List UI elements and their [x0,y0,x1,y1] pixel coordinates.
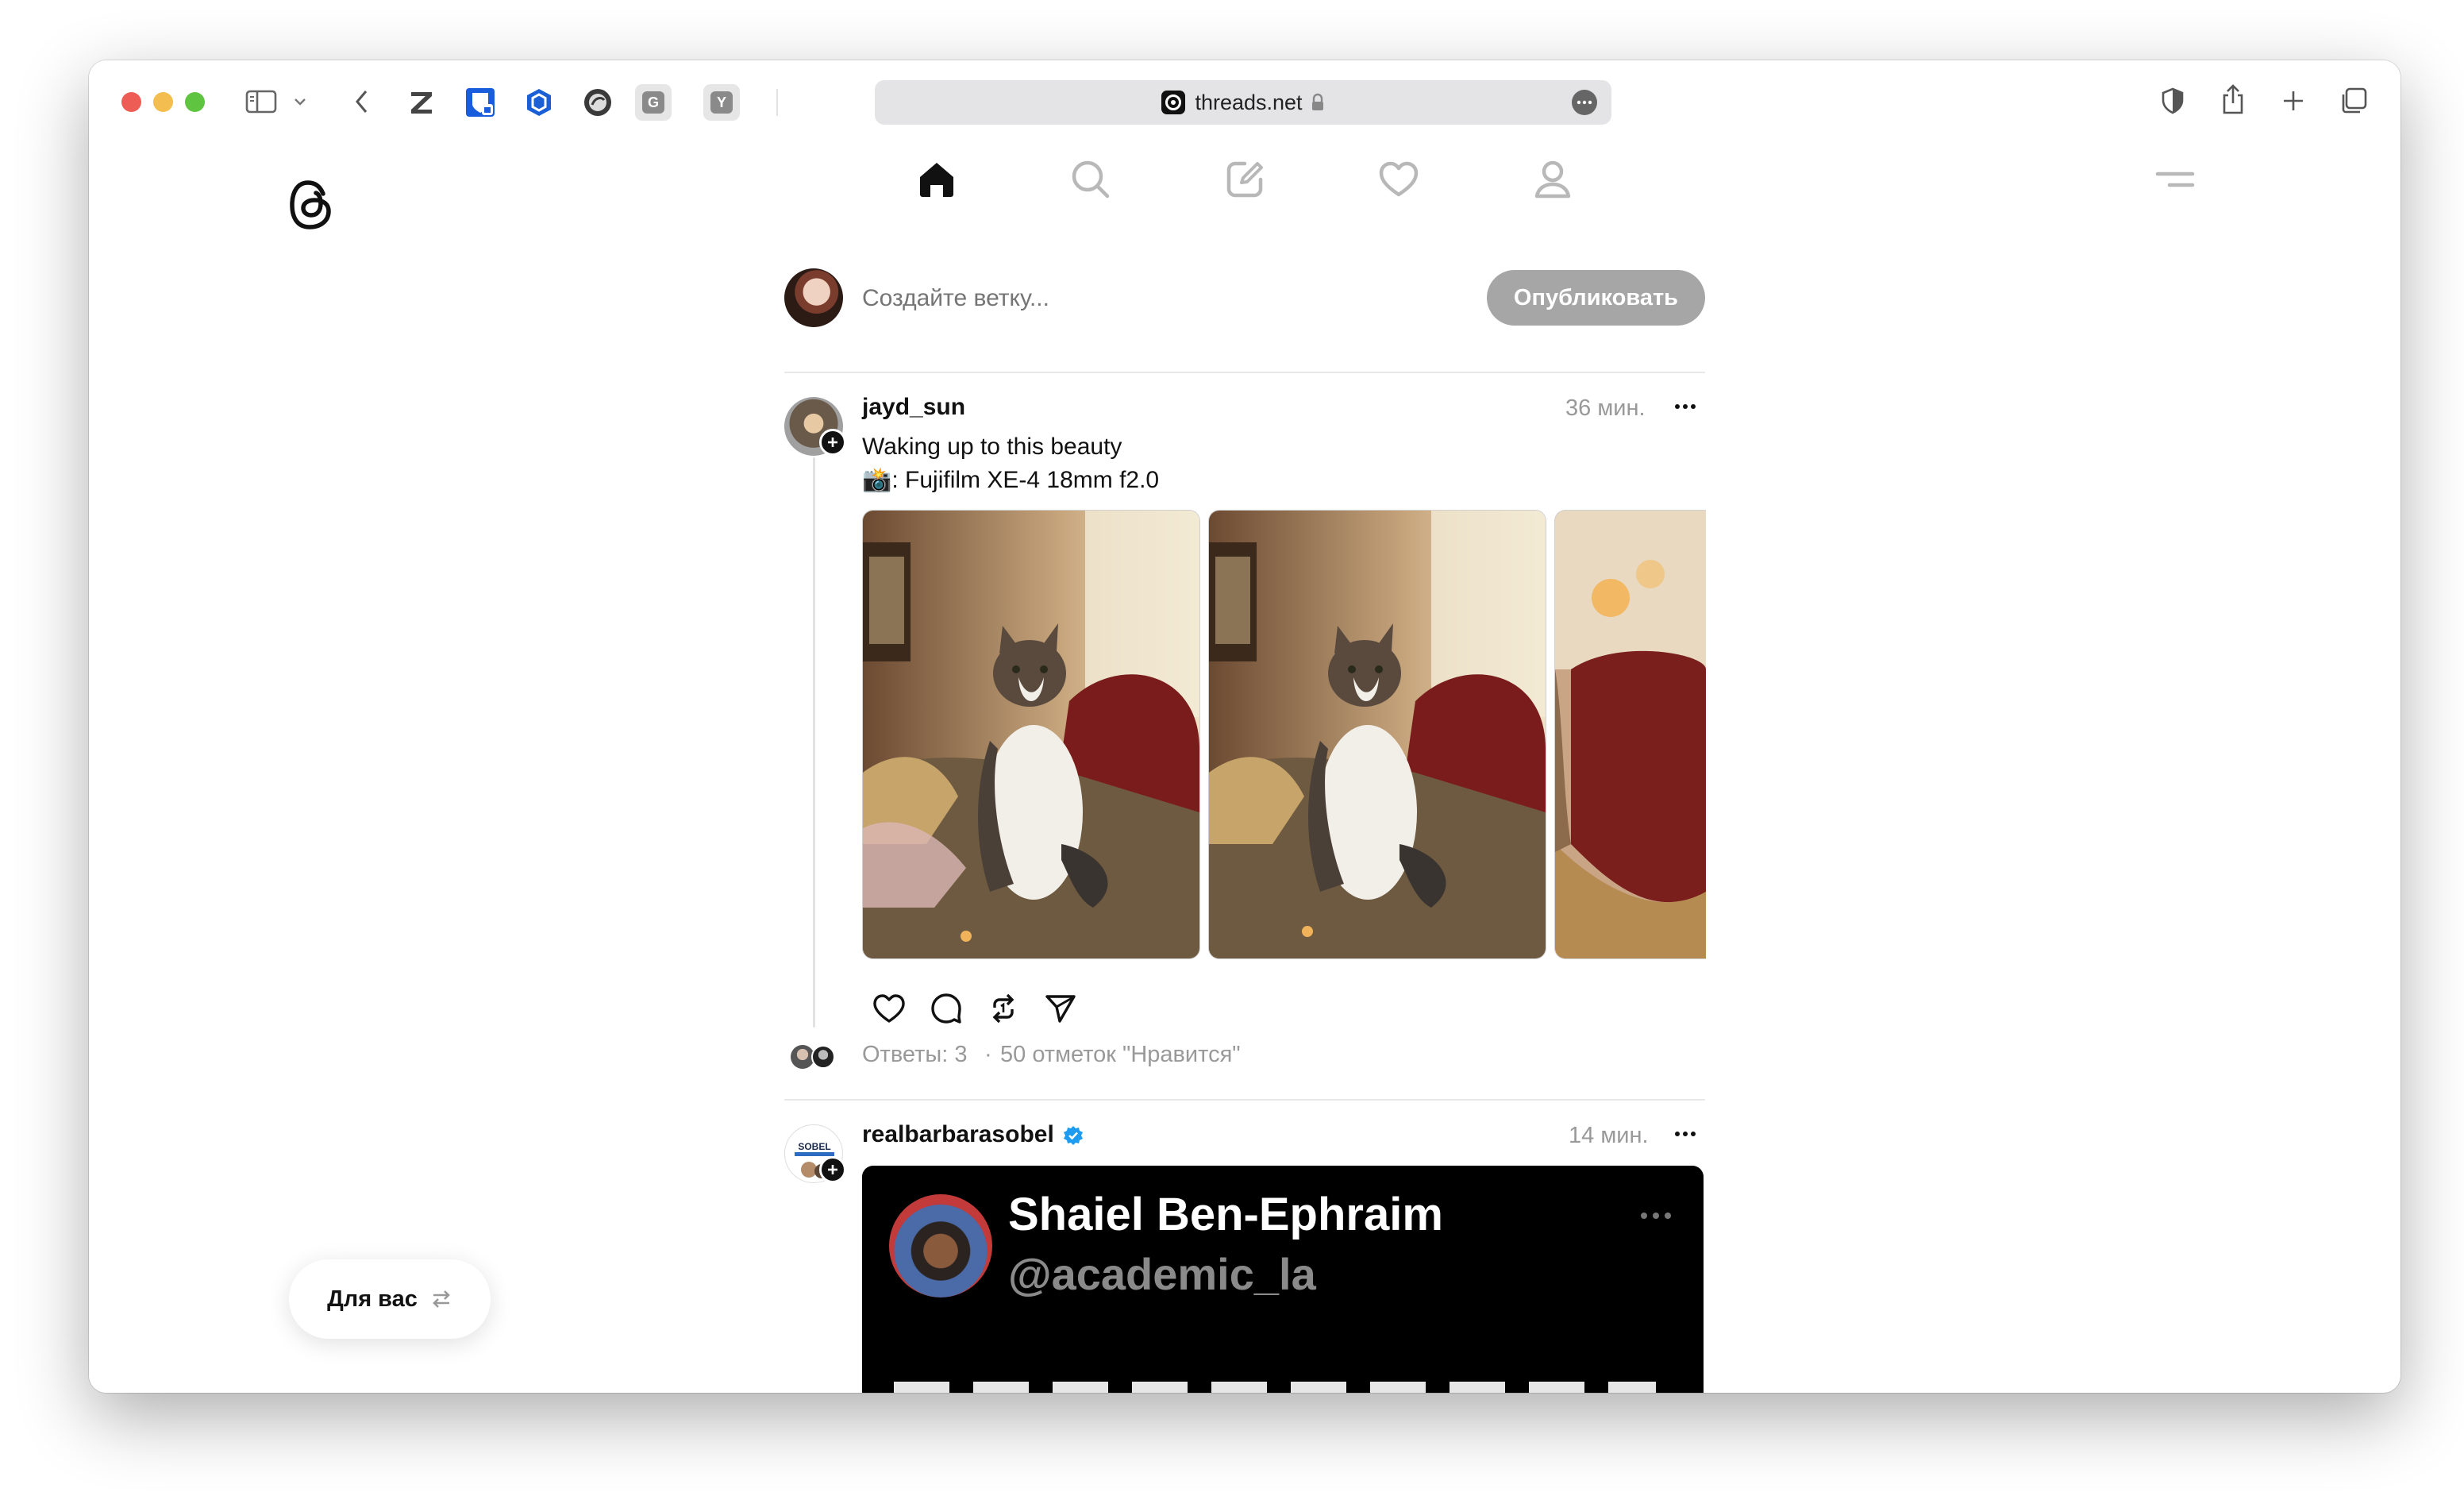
post-replies-count[interactable]: Ответы: 3 [862,1042,967,1068]
threads-favicon-icon [1161,91,1186,114]
nav-profile-button[interactable] [1529,156,1577,203]
plus-icon [828,438,837,447]
zotero-icon[interactable] [403,84,440,121]
post-more-button[interactable] [1673,389,1705,418]
more-icon [1641,1213,1671,1219]
follow-button[interactable] [819,1156,846,1183]
switch-arrows-icon [433,1290,450,1308]
more-icon [1577,100,1592,105]
nav-activity-button[interactable] [1375,156,1423,203]
cushion-photo-image [1555,511,1706,958]
hex-extension-icon[interactable] [521,84,557,121]
shield-icon [2162,87,2184,114]
feed-switch-button[interactable]: Для вас [289,1259,491,1339]
tab-overview-dropdown[interactable] [291,92,310,111]
chevron-left-icon [356,91,368,113]
page-menu-button[interactable] [1572,90,1597,115]
publish-button[interactable]: Опубликовать [1486,270,1705,326]
more-icon [1675,404,1696,409]
comment-icon [931,993,961,1024]
toolbar-separator [776,89,778,116]
cat-photo-image [1209,511,1546,958]
tab-overview-button[interactable] [2337,84,2370,118]
thread-line [813,457,815,1028]
back-button[interactable] [346,86,378,118]
current-user-avatar[interactable] [784,268,843,327]
lock-icon [1311,93,1323,110]
follow-button[interactable] [819,429,846,456]
svg-text:SOBEL: SOBEL [798,1141,830,1152]
feed-switch-label: Для вас [327,1286,418,1312]
post-username[interactable]: jayd_sun [862,394,965,421]
send-icon [1045,995,1076,1023]
url-text: threads.net [1195,90,1303,114]
meta-separator: · [984,1042,992,1067]
browser-toolbar: G Y threads.net [89,60,2400,140]
close-window-button[interactable] [121,92,141,112]
menu-icon [2155,172,2195,187]
composer-input[interactable] [860,278,1419,319]
ycombinator-extension-icon[interactable]: Y [703,84,740,121]
post-photo-1[interactable] [862,510,1200,959]
nav-home-button[interactable] [913,156,961,203]
bitwarden-icon[interactable] [462,84,499,121]
post-likes-count[interactable]: 50 отметок "Нравится" [1000,1042,1241,1068]
plus-icon [828,1165,837,1174]
embed-author-handle: @academic_la [1008,1249,1316,1299]
nav-create-button[interactable] [1221,156,1269,203]
minimize-window-button[interactable] [153,92,173,112]
repost-icon [992,993,1014,1024]
home-icon [920,163,953,197]
post-text-line-1: Waking up to this beauty [862,434,1122,460]
embed-author-avatar [889,1194,992,1297]
privacy-shield-button[interactable] [2156,84,2189,118]
share-icon [2223,84,2243,114]
chevron-down-icon [295,98,306,106]
like-button[interactable] [870,989,908,1028]
browser-window: G Y threads.net Создайте ветку... Опубли… [89,60,2400,1393]
post-username[interactable]: realbarbarasobel [862,1121,1054,1148]
more-icon [1675,1132,1696,1136]
nav-search-button[interactable] [1067,156,1115,203]
post-embedded-screenshot[interactable]: Shaiel Ben-Ephraim @academic_la [862,1166,1704,1393]
reply-button[interactable] [927,989,965,1028]
sidebar-toggle-button[interactable] [243,86,279,118]
post-timestamp[interactable]: 14 мин. [1569,1123,1649,1149]
grammar-extension-icon[interactable]: G [635,84,672,121]
share-post-button[interactable] [1041,989,1080,1028]
repost-button[interactable] [984,989,1022,1028]
reply-avatar-2 [811,1045,835,1069]
plus-icon [2284,91,2303,110]
heart-icon [1379,161,1419,197]
post-more-button[interactable] [1673,1116,1705,1145]
post-photo-2[interactable] [1208,510,1546,959]
address-bar[interactable]: threads.net [875,80,1611,125]
maximize-window-button[interactable] [185,92,205,112]
cat-photo-image [863,511,1199,958]
embed-cut-off-text [894,1382,1656,1393]
search-icon [1072,160,1110,199]
user-icon [1534,160,1571,199]
share-button[interactable] [2216,81,2250,118]
heart-icon [873,994,905,1023]
globe-extension-icon[interactable] [579,84,616,121]
sidebar-icon [245,90,277,114]
verified-badge-icon [1064,1126,1083,1145]
new-tab-button[interactable] [2277,84,2310,118]
thread-composer: Опубликовать [784,267,1705,354]
post-photo-3[interactable] [1554,510,1706,959]
threads-logo[interactable] [286,176,337,233]
threads-logo-icon [290,180,331,229]
post-timestamp[interactable]: 36 мин. [1565,395,1646,422]
compose-icon [1226,161,1263,198]
post-divider [784,1099,1705,1101]
feed-divider [784,372,1705,373]
embed-author-name: Shaiel Ben-Ephraim [1008,1189,1443,1240]
post-text-line-2: 📸: Fujifilm XE-4 18mm f2.0 [862,467,1160,493]
tabs-icon [2342,87,2367,114]
menu-button[interactable] [2151,156,2199,203]
